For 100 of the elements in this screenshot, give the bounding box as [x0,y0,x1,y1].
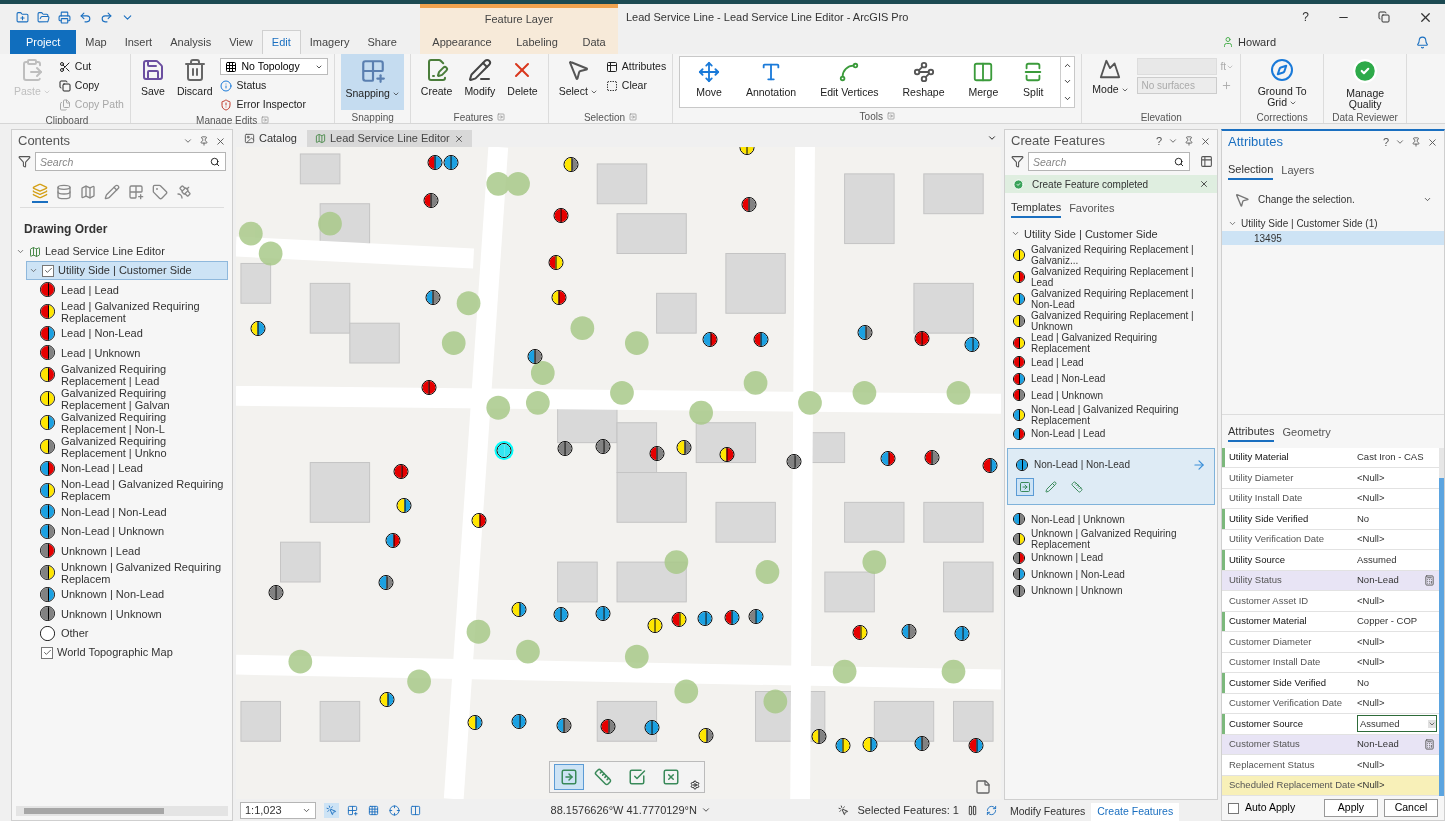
pane-tab[interactable]: Modify Features [1004,803,1092,821]
template-item[interactable]: Unknown | Lead [1005,549,1217,566]
ribbon-button[interactable]: Mode [1088,54,1133,110]
filter-icon[interactable] [18,155,31,168]
select-tool-icon[interactable] [324,802,339,818]
topology-dropdown[interactable]: No Topology [220,58,329,75]
select-box-icon[interactable] [554,764,584,790]
filter-icon[interactable] [1011,155,1024,168]
point-tool-icon[interactable] [1016,478,1034,496]
ribbon-tab[interactable]: Share [358,30,406,54]
ribbon-button[interactable]: Manage Quality [1330,54,1401,110]
expander-icon[interactable] [16,247,25,256]
field-value[interactable]: <Null> [1357,491,1439,506]
dropdown-caret-icon[interactable] [1423,195,1432,204]
checkbox[interactable] [42,264,54,277]
ribbon-tab[interactable]: Map [76,30,116,54]
checkbox[interactable] [1228,802,1239,814]
ribbon-tab[interactable]: Appearance [423,30,501,54]
dialog-launcher-icon[interactable] [261,116,270,124]
pin-icon[interactable] [1411,137,1421,147]
field-value[interactable]: <Null> [1357,696,1439,711]
ribbon-button[interactable]: Create [416,54,457,110]
template-item[interactable]: Galvanized Requiring Replacement | Galvaniz... [1005,244,1217,266]
tree-item[interactable]: Utility Side | Customer Side (1) [1241,215,1378,231]
table-view-icon[interactable] [1200,155,1213,168]
field-value[interactable]: Cast Iron - CAS [1357,450,1439,465]
layer-row[interactable]: Utility Side | Customer Side [26,261,228,280]
template-item[interactable]: Galvanized Requiring Replacement | Unknown [1005,310,1217,332]
pane-tab[interactable]: Favorites [1069,199,1115,218]
refresh-icon[interactable] [986,804,997,816]
layers-icon[interactable] [32,183,48,203]
vertical-scrollbar[interactable] [1439,447,1444,796]
template-item[interactable]: Non-Lead | Galvanized Requiring Replacement [1005,403,1217,426]
ribbon-tab[interactable]: Project [10,30,77,54]
ribbon-button[interactable]: Delete [503,54,542,110]
field-value[interactable]: Copper - COP [1357,614,1439,629]
pane-tab[interactable]: Attributes [1228,423,1275,442]
template-item[interactable]: Lead | Galvanized Requiring Replacement [1005,332,1217,354]
pane-tab[interactable]: Selection [1228,161,1274,180]
scale-dropdown[interactable]: 1:1,023 [240,801,316,819]
ribbon-button[interactable]: Annotation [741,57,801,113]
field-value[interactable]: <Null> [1357,593,1439,608]
selection-hint[interactable]: Change the selection. [1258,192,1415,207]
ribbon-button[interactable]: Attributes [605,58,667,75]
ribbon-button[interactable]: Ground To Grid [1247,54,1318,110]
dismiss-icon[interactable] [1199,179,1209,189]
field-value[interactable]: <Null> [1357,634,1439,649]
ribbon-button[interactable]: Move [692,57,726,113]
template-item[interactable]: Lead | Unknown [1005,387,1217,404]
search-field[interactable]: Search [35,152,226,171]
field-value[interactable]: Non-Lead [1357,573,1424,588]
pane-tab[interactable]: Layers [1281,161,1315,180]
ribbon-button[interactable]: Split [1018,57,1049,113]
pane-menu-icon[interactable] [1395,137,1405,147]
help-button[interactable]: ? [1382,133,1389,151]
template-item[interactable]: Lead | Lead [1005,354,1217,371]
dialog-button[interactable]: Cancel [1384,799,1438,817]
ribbon-button[interactable]: Merge [964,57,1003,113]
help-button[interactable]: ? [1155,132,1162,150]
pin-icon[interactable] [1184,136,1194,146]
user-name[interactable]: Howard [1238,33,1276,51]
field-value[interactable]: Non-Lead [1357,737,1424,752]
settings-icon[interactable] [690,780,700,790]
template-item[interactable]: Galvanized Requiring Replacement | Lead [1005,266,1217,288]
pane-menu-icon[interactable] [1168,136,1178,146]
ribbon-tab[interactable]: View [220,30,262,54]
expander-icon[interactable] [29,266,38,275]
ribbon-tab[interactable]: Labeling [507,30,567,54]
crosshair-icon[interactable] [387,802,402,818]
value-dropdown[interactable]: Assumed [1357,715,1437,733]
help-button[interactable]: ? [1302,8,1309,26]
ribbon-button[interactable]: Modify [460,54,500,110]
new-project-icon[interactable] [16,10,29,24]
pane-tab[interactable]: Templates [1011,199,1062,218]
ribbon-button[interactable]: Reshape [898,57,949,113]
pane-tab[interactable]: Geometry [1282,423,1331,442]
document-tab[interactable]: Lead Service Line Editor [306,130,472,147]
ribbon-tab[interactable]: Data [573,30,615,54]
pin-icon[interactable] [199,136,209,146]
ribbon-button[interactable]: Status [220,77,329,94]
field-value[interactable]: <Null> [1357,655,1439,670]
field-value[interactable]: No [1357,511,1439,526]
restore-icon[interactable] [1378,11,1390,23]
field-value[interactable]: <Null> [1357,532,1439,547]
template-item[interactable]: Galvanized Requiring Replacement | Non-Lead [1005,288,1217,310]
ribbon-button[interactable]: Error Inspector [220,96,329,113]
checkbox[interactable] [41,646,53,659]
tab-list-icon[interactable] [987,133,997,143]
notes-icon[interactable] [975,779,991,795]
dialog-launcher-icon[interactable] [629,113,637,121]
field-value[interactable]: No [1357,675,1439,690]
redo-icon[interactable] [100,10,113,24]
horizontal-scrollbar[interactable] [16,806,228,816]
close-icon[interactable] [1427,136,1438,148]
field-value[interactable]: Assumed [1357,552,1439,567]
ribbon-button[interactable]: Copy [58,77,124,94]
ribbon-button[interactable]: Discard [172,54,217,110]
selected-template-card[interactable]: Non-Lead | Non-Lead [1007,448,1215,505]
notification-icon[interactable] [1416,35,1429,49]
pane-tab[interactable]: Create Features [1091,803,1180,821]
